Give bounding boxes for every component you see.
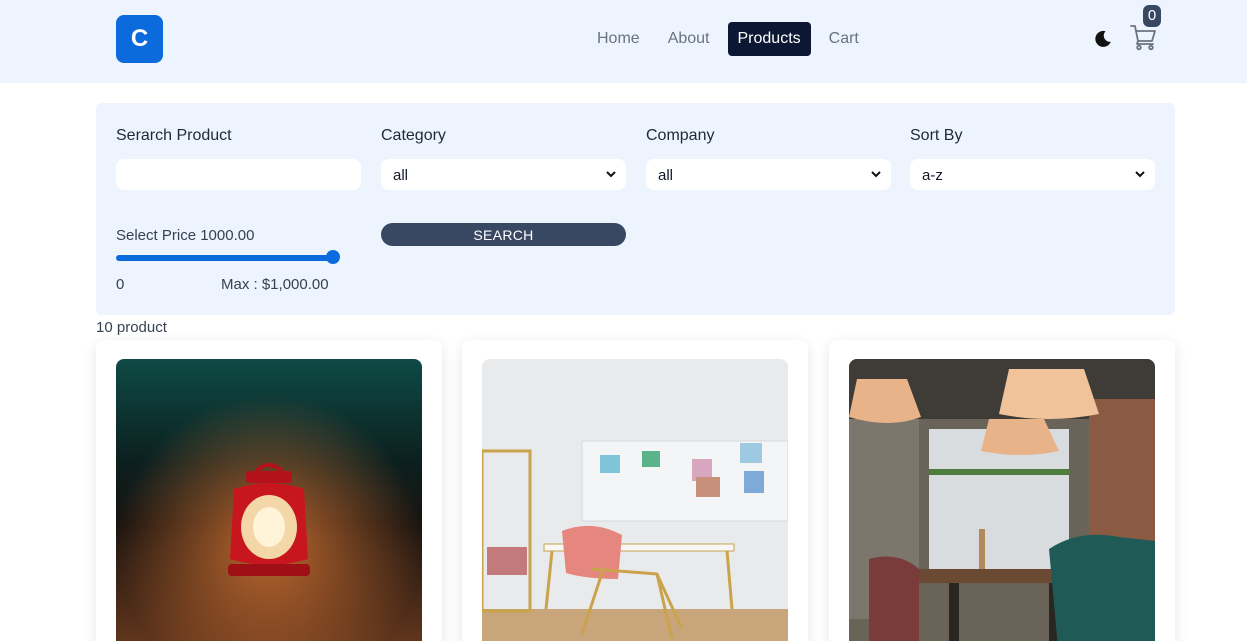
nav-links: Home About Products Cart — [587, 22, 877, 56]
chevron-down-icon — [1135, 171, 1145, 178]
product-image-lantern[interactable] — [116, 359, 422, 641]
search-button[interactable]: SEARCH — [381, 223, 626, 246]
chevron-down-icon — [606, 171, 616, 178]
price-slider-handle[interactable] — [326, 250, 340, 264]
price-max: Max : $1,000.00 — [221, 276, 329, 293]
category-label: Category — [381, 127, 446, 144]
product-card[interactable] — [829, 340, 1175, 641]
navbar: C Home About Products Cart 0 — [0, 0, 1247, 83]
nav-link-products[interactable]: Products — [727, 22, 811, 56]
product-card[interactable] — [96, 340, 442, 641]
sort-select-value: a-z — [922, 167, 943, 184]
moon-icon[interactable] — [1093, 29, 1113, 49]
price-min: 0 — [116, 276, 125, 293]
sort-select[interactable]: a-z — [910, 159, 1155, 190]
product-count: 10 product — [96, 319, 167, 336]
cart-icon[interactable] — [1129, 23, 1157, 51]
company-select[interactable]: all — [646, 159, 891, 190]
nav-link-cart[interactable]: Cart — [819, 22, 869, 56]
product-image-restaurant[interactable] — [849, 359, 1155, 641]
product-image-desk-chair[interactable] — [482, 359, 788, 641]
price-slider[interactable] — [116, 255, 334, 261]
logo[interactable]: C — [116, 15, 163, 63]
company-select-value: all — [658, 167, 674, 184]
category-select[interactable]: all — [381, 159, 626, 190]
product-card[interactable] — [462, 340, 808, 641]
price-label: Select Price 1000.00 — [116, 227, 255, 244]
cart-count-badge: 0 — [1143, 5, 1161, 27]
chevron-down-icon — [871, 171, 881, 178]
search-label: Serarch Product — [116, 127, 232, 144]
company-label: Company — [646, 127, 715, 144]
filters-panel: Serarch Product Category all Company all… — [96, 103, 1175, 315]
category-select-value: all — [393, 167, 409, 184]
nav-link-home[interactable]: Home — [587, 22, 650, 56]
sort-label: Sort By — [910, 127, 963, 144]
search-input[interactable] — [116, 159, 361, 190]
nav-link-about[interactable]: About — [658, 22, 720, 56]
